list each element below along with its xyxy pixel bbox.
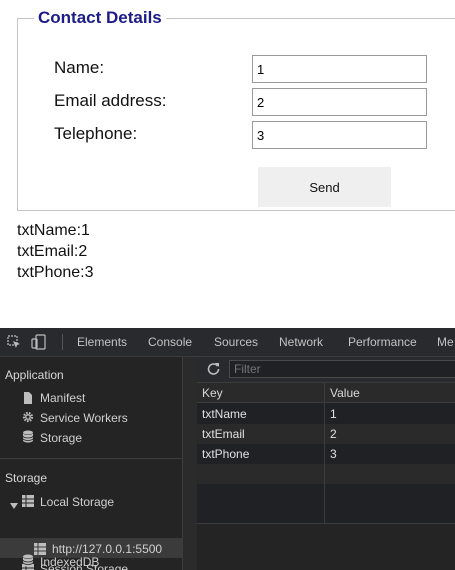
gear-icon — [22, 410, 34, 428]
devtools-panel: Elements Console Sources Network Perform… — [0, 328, 455, 570]
device-toolbar-icon[interactable] — [31, 334, 47, 355]
refresh-icon[interactable] — [207, 362, 220, 380]
table-row[interactable]: txtEmail 2 — [197, 424, 455, 444]
send-button[interactable]: Send — [258, 167, 391, 207]
database-icon — [22, 430, 34, 448]
tab-console[interactable]: Console — [148, 335, 192, 349]
manifest-icon — [23, 391, 33, 409]
sidebar-item-indexeddb[interactable]: IndexedDB — [40, 555, 99, 569]
table-row-empty[interactable] — [197, 464, 455, 484]
row-key: txtEmail — [202, 427, 245, 441]
telephone-input[interactable] — [252, 121, 427, 149]
column-header-key[interactable]: Key — [197, 383, 324, 403]
database-icon — [22, 554, 34, 570]
devtools-toolbar: Elements Console Sources Network Perform… — [0, 328, 455, 357]
row-key: txtName — [202, 407, 247, 421]
storage-filter-bar — [197, 357, 455, 383]
tab-more[interactable]: Me — [437, 335, 454, 349]
output-line-name: txtName:1 — [17, 222, 90, 239]
tab-performance[interactable]: Performance — [348, 335, 417, 349]
telephone-label: Telephone: — [54, 124, 138, 143]
storage-heading: Storage — [5, 471, 48, 485]
sidebar-item-service-workers[interactable]: Service Workers — [40, 411, 128, 425]
output-line-phone: txtPhone:3 — [17, 264, 94, 281]
sidebar-item-storage[interactable]: Storage — [40, 431, 82, 445]
filter-input[interactable] — [229, 360, 455, 378]
tab-network[interactable]: Network — [279, 335, 323, 349]
sidebar-item-local-storage[interactable]: Local Storage — [40, 495, 114, 509]
row-key: txtPhone — [202, 447, 250, 461]
sidebar-resize-gap[interactable] — [183, 357, 197, 570]
table-row[interactable]: txtPhone 3 — [197, 444, 455, 464]
application-heading: Application — [5, 368, 64, 382]
chevron-down-icon[interactable] — [10, 497, 18, 515]
sidebar-item-local-storage-origin[interactable]: http://127.0.0.1:5500 — [52, 542, 162, 556]
tab-elements[interactable]: Elements — [77, 335, 127, 349]
local-storage-table: Key Value txtName 1 txtEmail 2 txtPhone … — [197, 383, 455, 523]
name-label: Name: — [54, 58, 105, 77]
row-value: 2 — [330, 427, 337, 441]
table-row[interactable]: txtName 1 — [197, 404, 455, 424]
sidebar-item-manifest[interactable]: Manifest — [40, 391, 85, 405]
tab-sources[interactable]: Sources — [214, 335, 258, 349]
contact-details-legend: Contact Details — [38, 8, 162, 27]
inspect-element-icon[interactable] — [7, 335, 21, 354]
toolbar-separator — [62, 334, 63, 350]
column-header-value[interactable]: Value — [325, 383, 455, 403]
row-value: 3 — [330, 447, 337, 461]
email-input[interactable] — [252, 88, 427, 116]
output-line-email: txtEmail:2 — [17, 243, 88, 260]
email-label: Email address: — [54, 91, 167, 110]
row-value: 1 — [330, 407, 337, 421]
sidebar-divider — [0, 458, 182, 459]
name-input[interactable] — [252, 55, 427, 83]
column-divider — [324, 383, 325, 523]
chevron-right-icon[interactable] — [11, 565, 18, 570]
application-sidebar: Application Manifest Service Workers Sto… — [0, 357, 183, 570]
grid-icon — [22, 494, 34, 512]
value-preview-pane — [197, 523, 455, 570]
